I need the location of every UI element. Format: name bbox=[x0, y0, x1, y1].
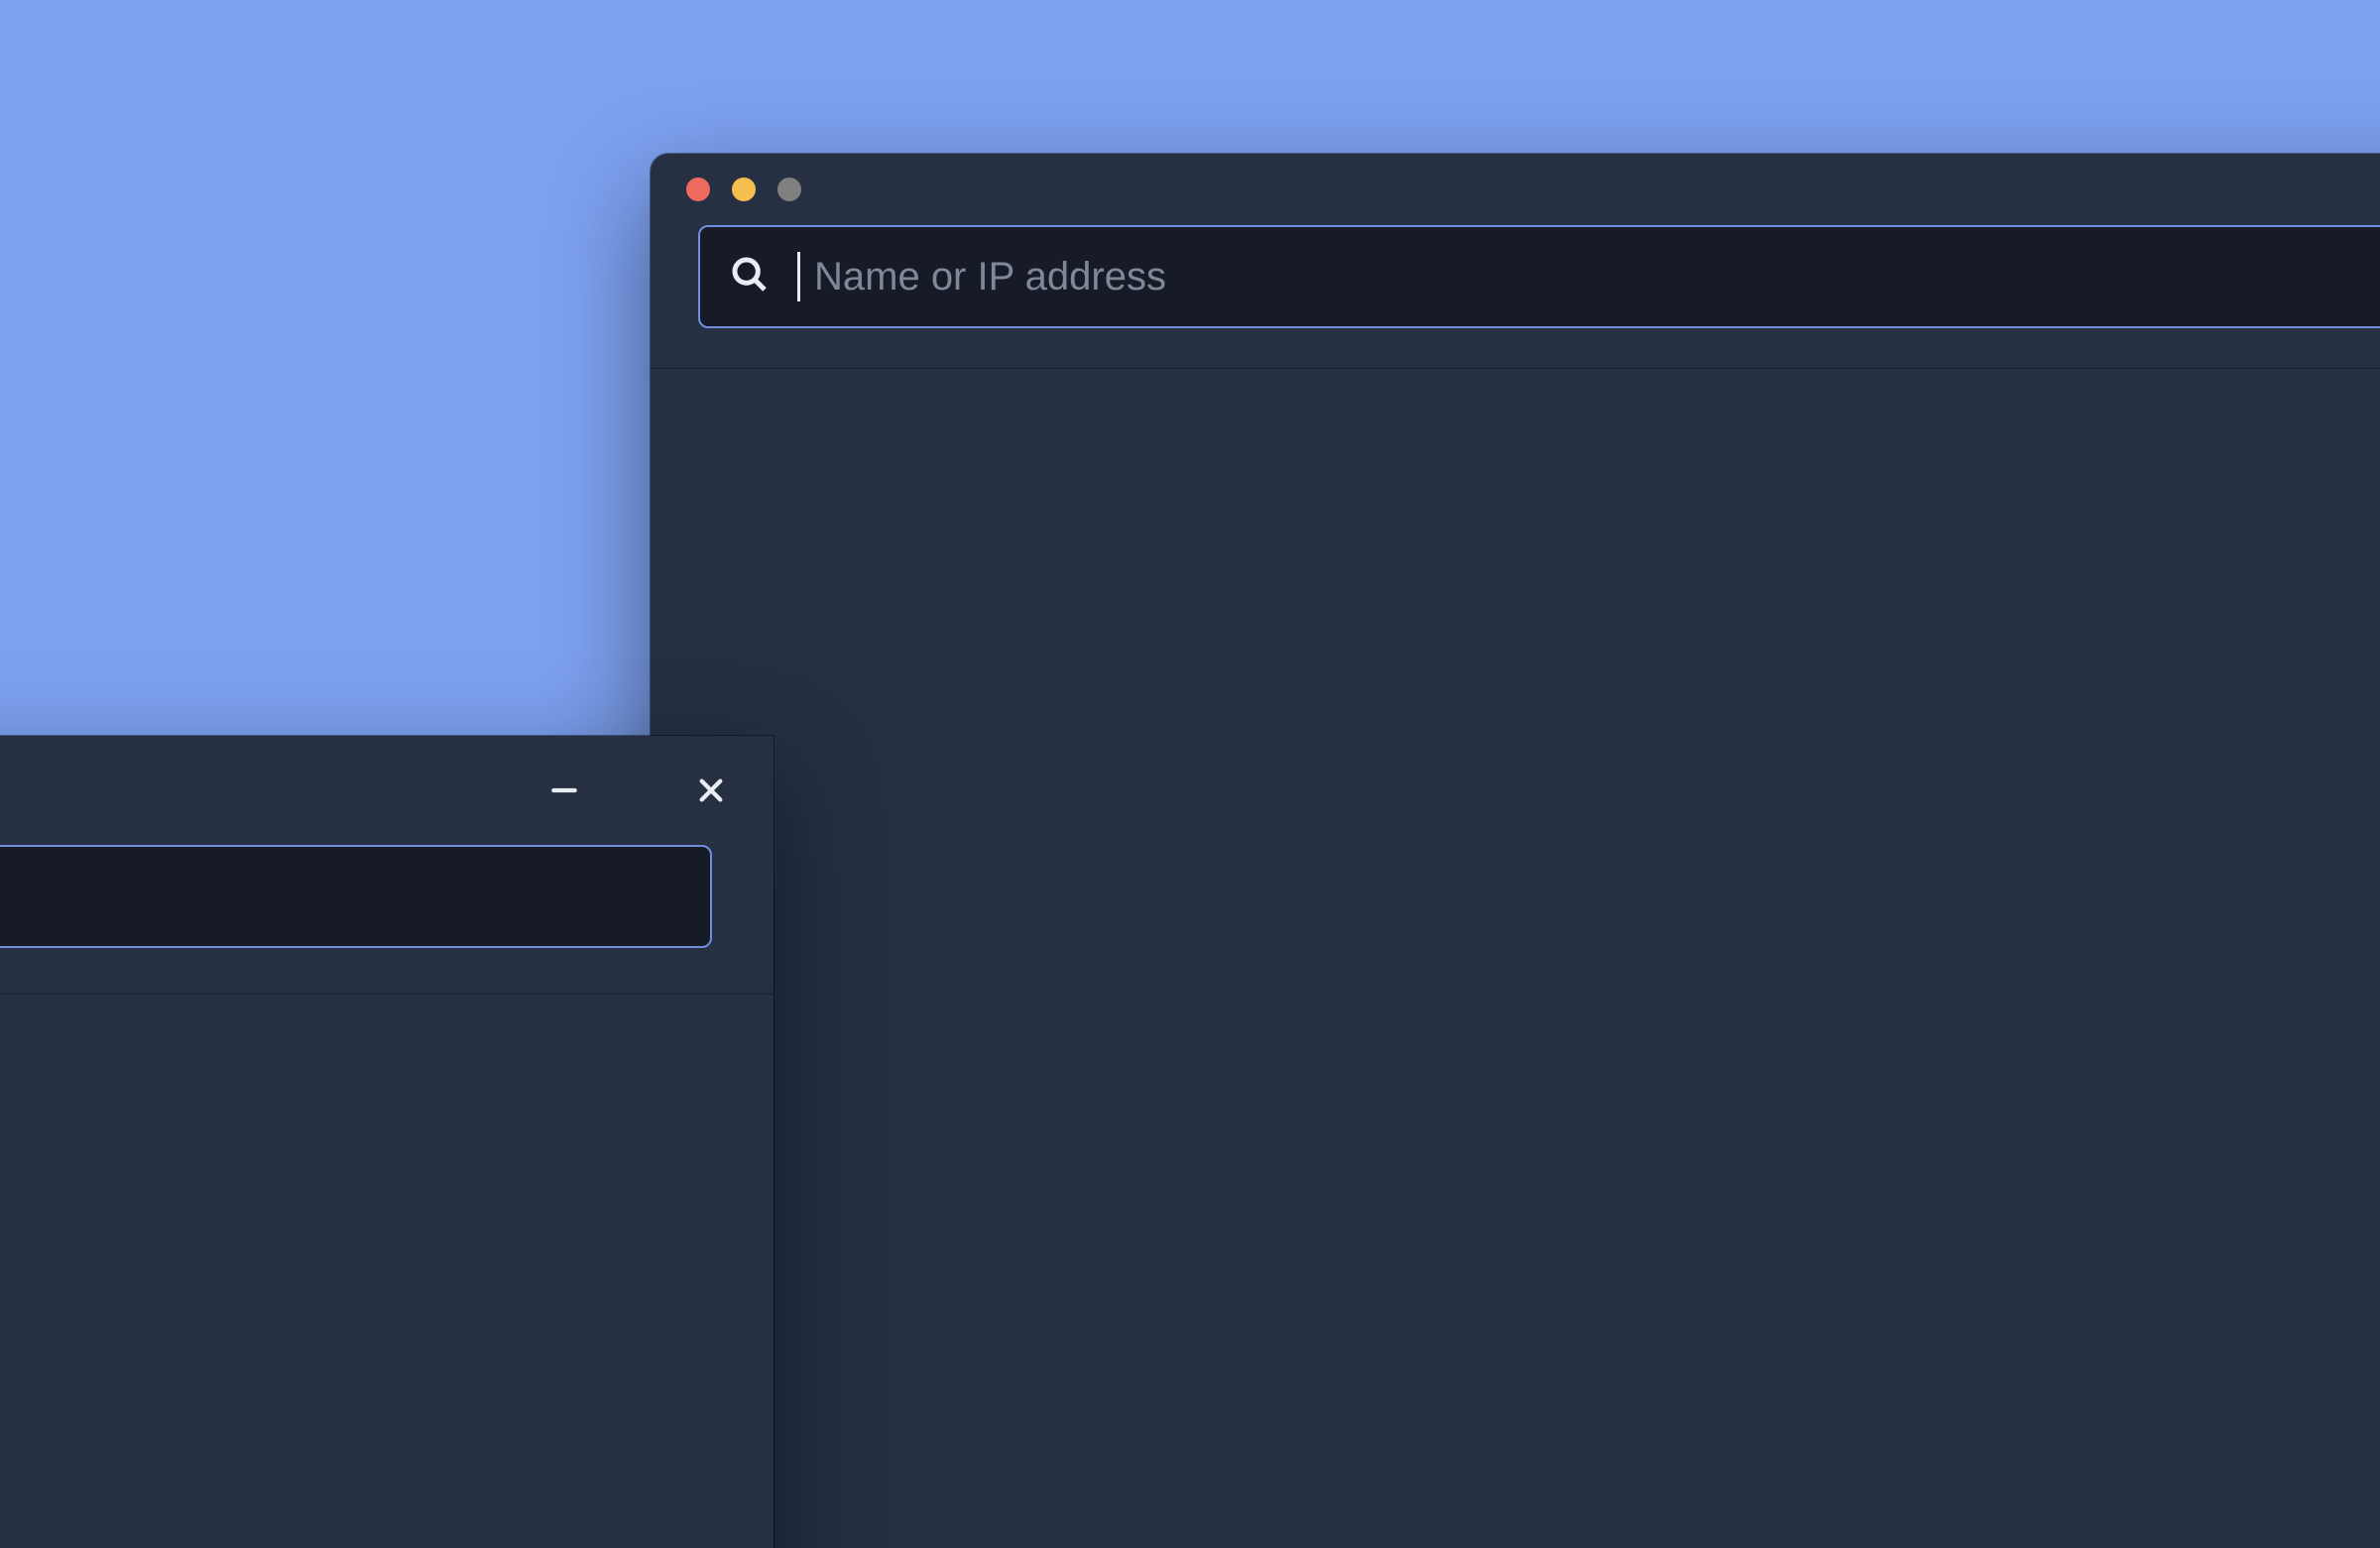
win-window bbox=[0, 736, 774, 1548]
search-input[interactable] bbox=[810, 227, 2380, 326]
search-field[interactable] bbox=[698, 225, 2380, 328]
minimize-icon[interactable] bbox=[732, 178, 756, 201]
search-field[interactable] bbox=[0, 845, 712, 948]
text-cursor bbox=[797, 252, 800, 301]
mac-titlebar[interactable] bbox=[651, 154, 2380, 225]
win-body bbox=[0, 995, 774, 1548]
mac-body bbox=[651, 369, 2380, 1548]
minimize-icon[interactable] bbox=[545, 772, 583, 809]
win-search-row bbox=[0, 845, 774, 994]
close-icon[interactable] bbox=[686, 178, 710, 201]
mac-search-row bbox=[651, 225, 2380, 368]
search-input[interactable] bbox=[0, 847, 680, 946]
maximize-icon[interactable] bbox=[777, 178, 801, 201]
win-titlebar[interactable] bbox=[0, 736, 774, 845]
mac-window bbox=[651, 154, 2380, 1548]
search-icon bbox=[730, 255, 770, 298]
close-icon[interactable] bbox=[692, 772, 730, 809]
